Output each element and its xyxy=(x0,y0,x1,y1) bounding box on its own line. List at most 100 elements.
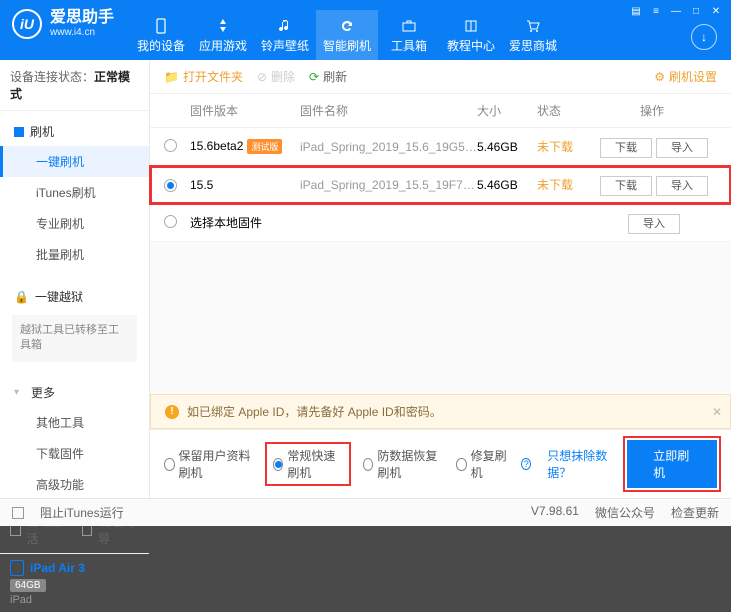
nav-label: 铃声壁纸 xyxy=(261,37,309,54)
sidebar-item-oneclick[interactable]: 一键刷机 xyxy=(0,146,149,177)
nav-my-device[interactable]: 我的设备 xyxy=(130,10,192,60)
warning-text: 如已绑定 Apple ID，请先备好 Apple ID和密码。 xyxy=(187,403,442,420)
th-ops: 操作 xyxy=(587,102,717,119)
connection-status: 设备连接状态：正常模式 xyxy=(0,60,149,111)
chevron-down-icon: ▾ xyxy=(14,387,19,398)
th-size: 大小 xyxy=(477,102,537,119)
download-button[interactable]: 下载 xyxy=(600,138,652,158)
th-name: 固件名称 xyxy=(300,102,477,119)
opt-label: 防数据恢复刷机 xyxy=(377,447,442,481)
nav-label: 爱思商城 xyxy=(509,37,557,54)
fw-filename: iPad_Spring_2019_15.6_19G5037d_Restore.i… xyxy=(300,140,477,154)
window-controls: ▤ ≡ — □ ✕ xyxy=(627,4,725,18)
block-itunes-label: 阻止iTunes运行 xyxy=(40,504,124,521)
sidebar: 设备连接状态：正常模式 刷机 一键刷机 iTunes刷机 专业刷机 批量刷机 🔒… xyxy=(0,60,150,498)
sidebar-item-other[interactable]: 其他工具 xyxy=(0,407,149,438)
fw-filename: iPad_Spring_2019_15.5_19F77_Restore.ipsw xyxy=(300,178,477,192)
jailbreak-note: 越狱工具已转移至工具箱 xyxy=(12,315,137,362)
gear-icon: ⚙ xyxy=(654,70,665,84)
fw-size: 5.46GB xyxy=(477,140,537,154)
side-head-label: 一键越狱 xyxy=(35,288,83,305)
sidebar-head-jailbreak[interactable]: 🔒一键越狱 xyxy=(0,282,149,311)
nav-store[interactable]: 爱思商城 xyxy=(502,10,564,60)
square-icon xyxy=(14,127,24,137)
flash-now-button[interactable]: 立即刷机 xyxy=(627,440,717,488)
brand-url: www.i4.cn xyxy=(50,27,114,39)
opt-label: 保留用户资料刷机 xyxy=(179,447,253,481)
top-nav: 我的设备 应用游戏 铃声壁纸 智能刷机 工具箱 教程中心 爱思商城 xyxy=(130,10,564,60)
firmware-row[interactable]: 15.5 iPad_Spring_2019_15.5_19F77_Restore… xyxy=(150,166,731,204)
opt-normal-flash[interactable]: 常规快速刷机 xyxy=(267,444,349,484)
sidebar-item-batch[interactable]: 批量刷机 xyxy=(0,239,149,270)
refresh-icon xyxy=(338,17,356,35)
close-icon[interactable]: ✕ xyxy=(712,405,722,419)
sidebar-item-download-fw[interactable]: 下载固件 xyxy=(0,438,149,469)
conn-label: 设备连接状态： xyxy=(10,70,94,84)
download-button[interactable]: 下载 xyxy=(600,176,652,196)
device-name: iPad Air 3 xyxy=(10,560,139,576)
minimize-button[interactable]: — xyxy=(667,4,685,18)
opt-anti-recovery[interactable]: 防数据恢复刷机 xyxy=(363,447,442,481)
settings-icon[interactable]: ≡ xyxy=(647,4,665,18)
sidebar-item-pro[interactable]: 专业刷机 xyxy=(0,208,149,239)
erase-only-link[interactable]: 只想抹除数据？ xyxy=(547,447,613,481)
sidebar-item-itunes[interactable]: iTunes刷机 xyxy=(0,177,149,208)
flash-settings-button[interactable]: ⚙刷机设置 xyxy=(654,68,717,85)
nav-apps[interactable]: 应用游戏 xyxy=(192,10,254,60)
opt-label: 常规快速刷机 xyxy=(287,447,343,481)
check-update-link[interactable]: 检查更新 xyxy=(671,504,719,521)
row-radio[interactable] xyxy=(164,179,177,192)
storage-badge: 64GB xyxy=(10,579,46,592)
delete-button[interactable]: ⊘ 删除 xyxy=(257,68,295,85)
open-folder-button[interactable]: 📁打开文件夹 xyxy=(164,68,243,85)
sidebar-item-advanced[interactable]: 高级功能 xyxy=(0,469,149,500)
opt-repair[interactable]: 修复刷机 xyxy=(456,447,507,481)
nav-tutorials[interactable]: 教程中心 xyxy=(440,10,502,60)
import-button[interactable]: 导入 xyxy=(656,138,708,158)
device-info[interactable]: iPad Air 3 64GB iPad xyxy=(0,553,149,612)
fw-status: 未下载 xyxy=(537,138,587,155)
firmware-row[interactable]: 15.6beta2 测试版 iPad_Spring_2019_15.6_19G50… xyxy=(150,128,731,166)
opt-label: 修复刷机 xyxy=(471,447,508,481)
sidebar-head-more[interactable]: ▾更多 xyxy=(0,378,149,407)
info-icon[interactable]: ? xyxy=(521,458,531,470)
main-panel: 📁打开文件夹 ⊘删除 ⟳刷新 ⚙刷机设置 固件版本 固件名称 大小 状态 操作 … xyxy=(150,60,731,498)
device-type: iPad xyxy=(10,594,139,606)
import-button[interactable]: 导入 xyxy=(656,176,708,196)
logo-area: iU 爱思助手 www.i4.cn xyxy=(0,0,126,47)
close-button[interactable]: ✕ xyxy=(707,4,725,18)
refresh-icon: ⟳ xyxy=(309,70,319,84)
side-head-label: 刷机 xyxy=(30,123,54,140)
nav-ringtones[interactable]: 铃声壁纸 xyxy=(254,10,316,60)
import-button[interactable]: 导入 xyxy=(628,214,680,234)
row-radio[interactable] xyxy=(164,139,177,152)
app-icon xyxy=(214,17,232,35)
book-icon xyxy=(462,17,480,35)
logo-icon: iU xyxy=(12,9,42,39)
tb-label: 打开文件夹 xyxy=(183,68,243,85)
nav-flash[interactable]: 智能刷机 xyxy=(316,10,378,60)
row-radio[interactable] xyxy=(164,215,177,228)
nav-toolbox[interactable]: 工具箱 xyxy=(378,10,440,60)
tb-label: 删除 xyxy=(271,68,295,85)
toolbox-icon xyxy=(400,17,418,35)
fw-status: 未下载 xyxy=(537,176,587,193)
wechat-link[interactable]: 微信公众号 xyxy=(595,504,655,521)
delete-icon: ⊘ xyxy=(257,70,267,84)
maximize-button[interactable]: □ xyxy=(687,4,705,18)
warning-icon: ! xyxy=(165,405,179,419)
flash-options: 保留用户资料刷机 常规快速刷机 防数据恢复刷机 修复刷机 ? 只想抹除数据？ 立… xyxy=(150,429,731,498)
block-itunes-checkbox[interactable] xyxy=(12,507,24,519)
sidebar-head-flash[interactable]: 刷机 xyxy=(0,117,149,146)
fw-version: 15.6beta2 xyxy=(190,139,243,153)
local-firmware-row[interactable]: 选择本地固件 导入 xyxy=(150,204,731,242)
download-manager-button[interactable]: ↓ xyxy=(691,24,717,50)
opt-keep-data[interactable]: 保留用户资料刷机 xyxy=(164,447,253,481)
menu-icon[interactable]: ▤ xyxy=(627,4,645,18)
beta-tag: 测试版 xyxy=(247,139,282,154)
fw-version: 15.5 xyxy=(190,178,213,192)
th-version: 固件版本 xyxy=(190,102,300,119)
refresh-button[interactable]: ⟳刷新 xyxy=(309,68,347,85)
status-bar: 阻止iTunes运行 V7.98.61 微信公众号 检查更新 xyxy=(0,498,731,526)
radio-icon xyxy=(273,458,283,471)
